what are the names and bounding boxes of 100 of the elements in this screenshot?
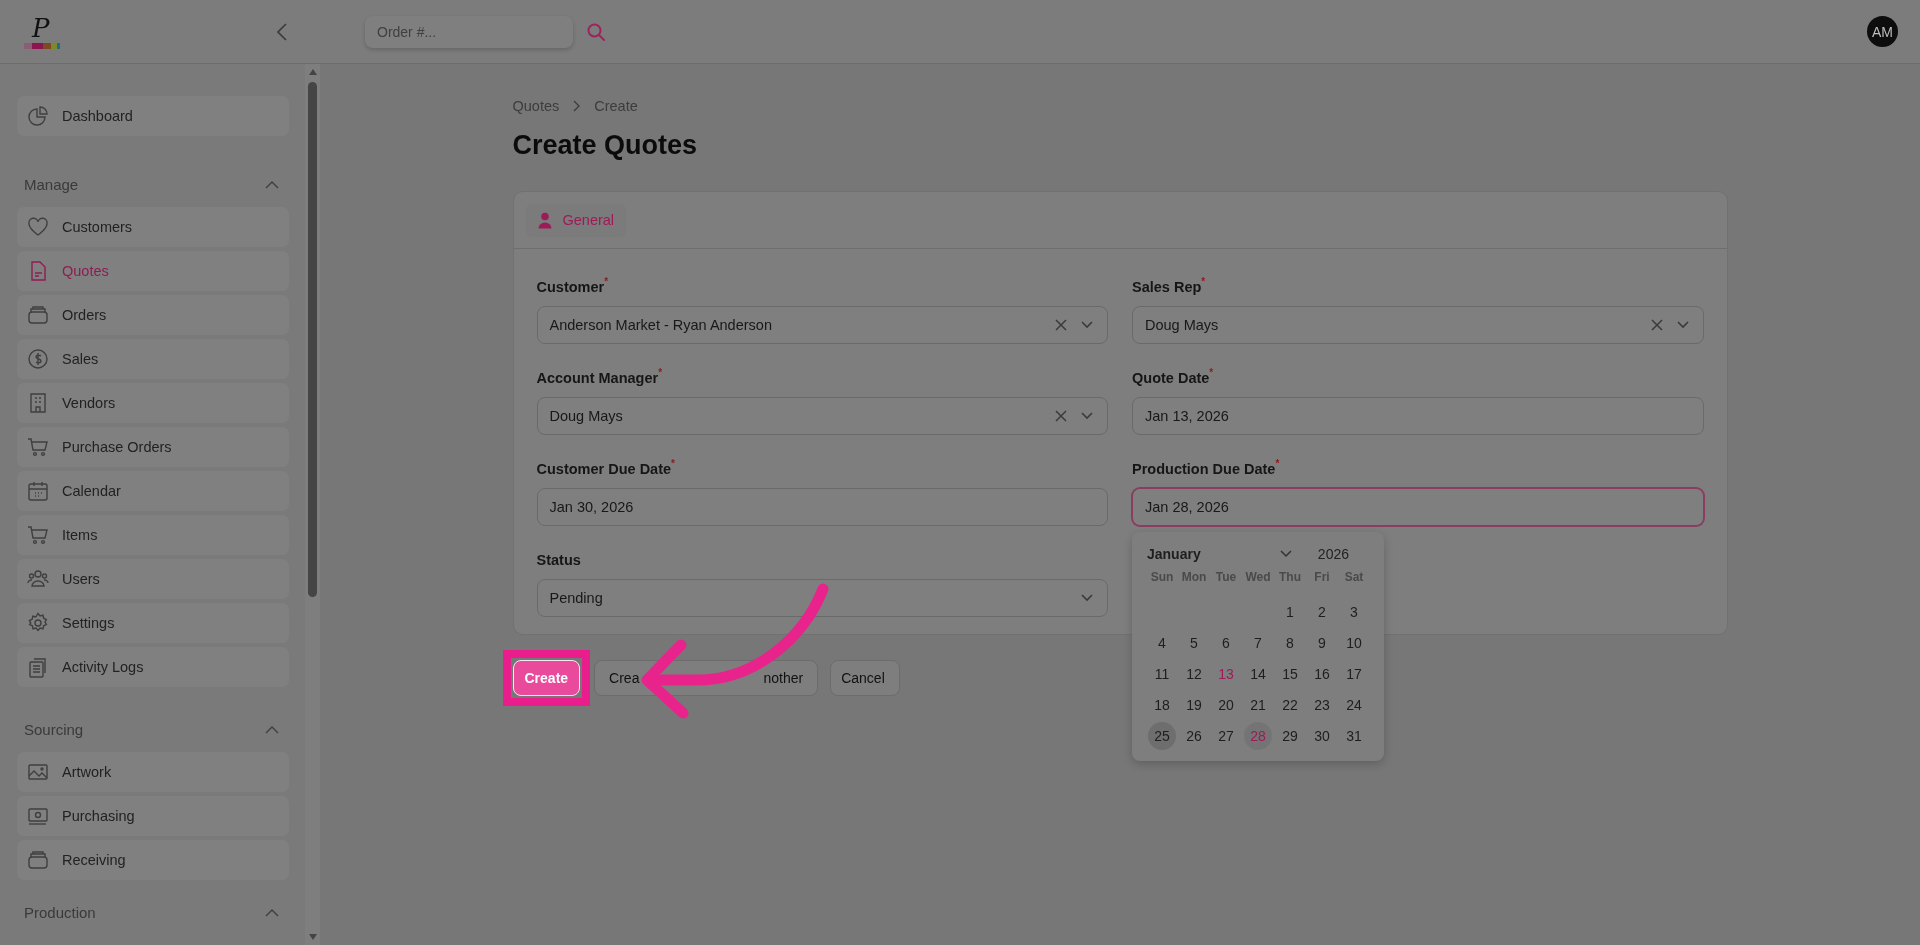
cart-icon xyxy=(27,524,49,546)
sidebar-item[interactable]: Activity Logs xyxy=(17,647,289,687)
calendar-day[interactable]: 31 xyxy=(1340,721,1368,750)
calendar-day[interactable]: 15 xyxy=(1276,659,1304,688)
form-button[interactable]: Cancel xyxy=(830,660,900,696)
tray-icon xyxy=(27,849,49,871)
calendar-day[interactable]: 5 xyxy=(1180,628,1208,657)
chevron-down-icon[interactable] xyxy=(1081,412,1093,420)
sidebar-item[interactable]: Sales xyxy=(17,339,289,379)
year-select[interactable]: 2026 xyxy=(1317,546,1349,562)
sidebar-item[interactable]: Items xyxy=(17,515,289,555)
settings-icon xyxy=(27,612,49,634)
logo-letter: P xyxy=(32,14,50,41)
calendar-day[interactable]: 24 xyxy=(1340,690,1368,719)
clear-icon[interactable] xyxy=(1055,319,1067,331)
heart-icon xyxy=(27,216,49,238)
date-field[interactable]: Jan 28, 2026 xyxy=(1132,488,1704,526)
breadcrumb-link[interactable]: Quotes xyxy=(512,98,560,114)
sidebar-item[interactable]: Purchasing xyxy=(17,796,289,836)
banknote-icon xyxy=(27,805,49,827)
calendar-day[interactable]: 18 xyxy=(1148,690,1176,719)
clear-icon[interactable] xyxy=(1650,319,1663,331)
search-icon[interactable] xyxy=(587,22,605,41)
date-field[interactable]: Jan 13, 2026 xyxy=(1132,397,1704,435)
calendar-day[interactable]: 4 xyxy=(1148,628,1176,657)
calendar-day[interactable]: 21 xyxy=(1244,690,1272,719)
sidebar-item[interactable]: Customers xyxy=(17,207,289,247)
calendar-day[interactable]: 19 xyxy=(1180,690,1208,719)
chevron-icon[interactable] xyxy=(265,180,279,189)
calendar-day[interactable]: 30 xyxy=(1308,721,1336,750)
calendar-day[interactable]: 25 xyxy=(1148,721,1176,750)
scroll-up-icon[interactable] xyxy=(307,68,318,76)
calendar-day[interactable]: 23 xyxy=(1308,690,1336,719)
month-select[interactable]: January xyxy=(1147,546,1280,562)
field-label: Customer Due Date$^{*}$ xyxy=(536,459,676,479)
collapse-chevron-icon[interactable] xyxy=(277,22,287,41)
calendar-day[interactable]: 20 xyxy=(1212,690,1240,719)
dollar-icon xyxy=(27,348,49,370)
field-label: Production Due Date$^{*}$ xyxy=(1132,459,1281,479)
calendar-day[interactable]: 12 xyxy=(1180,659,1208,688)
calendar-day[interactable]: 3 xyxy=(1340,597,1368,626)
pie-chart-icon xyxy=(27,105,49,127)
section-title: Sourcing xyxy=(24,721,84,738)
calendar-day[interactable]: 27 xyxy=(1212,721,1240,750)
scroll-down-icon[interactable] xyxy=(307,933,318,941)
calendar-day[interactable]: 22 xyxy=(1276,690,1304,719)
calendar-day[interactable]: 29 xyxy=(1276,721,1304,750)
calendar-day[interactable]: 10 xyxy=(1340,628,1368,657)
person-icon xyxy=(537,211,552,229)
calendar-day[interactable]: 1 xyxy=(1276,597,1304,626)
page-title: Create Quotes xyxy=(512,129,699,162)
calendar-day[interactable]: 11 xyxy=(1148,659,1176,688)
sidebar-item[interactable]: Settings xyxy=(17,603,289,643)
select-field[interactable]: Doug Mays xyxy=(1132,306,1704,344)
calendar-day[interactable]: 16 xyxy=(1308,659,1336,688)
chevron-down-icon[interactable] xyxy=(1081,594,1093,602)
select-field[interactable]: Pending xyxy=(536,579,1108,617)
breadcrumb-link[interactable]: Create xyxy=(594,98,638,114)
date-field[interactable]: Jan 30, 2026 xyxy=(536,488,1108,526)
sidebar-item[interactable]: Users xyxy=(17,559,289,599)
chevron-down-icon[interactable] xyxy=(1081,321,1093,329)
chevron-icon[interactable] xyxy=(265,908,279,917)
calendar-day[interactable]: 26 xyxy=(1180,721,1208,750)
chevron-right-icon xyxy=(573,100,581,112)
building-icon xyxy=(27,392,49,414)
field-label: Status xyxy=(536,551,582,570)
search-field[interactable]: Order #... xyxy=(365,15,573,48)
chevron-icon[interactable] xyxy=(265,725,279,734)
scrollbar[interactable] xyxy=(305,64,320,945)
image-icon xyxy=(27,761,49,783)
sidebar-item[interactable]: Orders xyxy=(17,295,289,335)
clear-icon[interactable] xyxy=(1055,410,1067,422)
field-label: Customer$^{*}$ xyxy=(536,277,610,297)
sidebar-item[interactable]: Calendar xyxy=(17,471,289,511)
clipboard-icon xyxy=(27,656,49,678)
select-field[interactable]: Doug Mays xyxy=(536,397,1108,435)
calendar-day[interactable]: 8 xyxy=(1276,628,1304,657)
users-icon xyxy=(27,568,49,590)
calendar-day[interactable]: 17 xyxy=(1340,659,1368,688)
calendar-day[interactable]: 9 xyxy=(1308,628,1336,657)
calendar-day[interactable]: 6 xyxy=(1212,628,1240,657)
create-button[interactable]: Create xyxy=(512,660,581,696)
tray-icon xyxy=(27,304,49,326)
sidebar-item[interactable]: Receiving xyxy=(17,840,289,880)
calendar-day[interactable]: 7 xyxy=(1244,628,1272,657)
chevron-down-icon[interactable] xyxy=(1279,550,1292,558)
section-title: Production xyxy=(24,904,96,921)
field-label: Quote Date$^{*}$ xyxy=(1132,368,1215,388)
sidebar-item[interactable]: Artwork xyxy=(17,752,289,792)
calendar-day[interactable]: 2 xyxy=(1308,597,1336,626)
sidebar-item[interactable]: Vendors xyxy=(17,383,289,423)
avatar[interactable]: AM xyxy=(1867,16,1898,47)
select-field[interactable]: Anderson Market - Ryan Anderson xyxy=(536,306,1108,344)
sidebar-item[interactable]: Purchase Orders xyxy=(17,427,289,467)
field-label: Sales Rep$^{*}$ xyxy=(1132,277,1207,297)
sidebar-item[interactable]: Quotes xyxy=(17,251,289,291)
sidebar-item[interactable]: Dashboard xyxy=(17,96,289,136)
logo-stripes-icon xyxy=(24,42,60,49)
calendar-day[interactable]: 14 xyxy=(1244,659,1272,688)
chevron-down-icon[interactable] xyxy=(1676,321,1689,329)
